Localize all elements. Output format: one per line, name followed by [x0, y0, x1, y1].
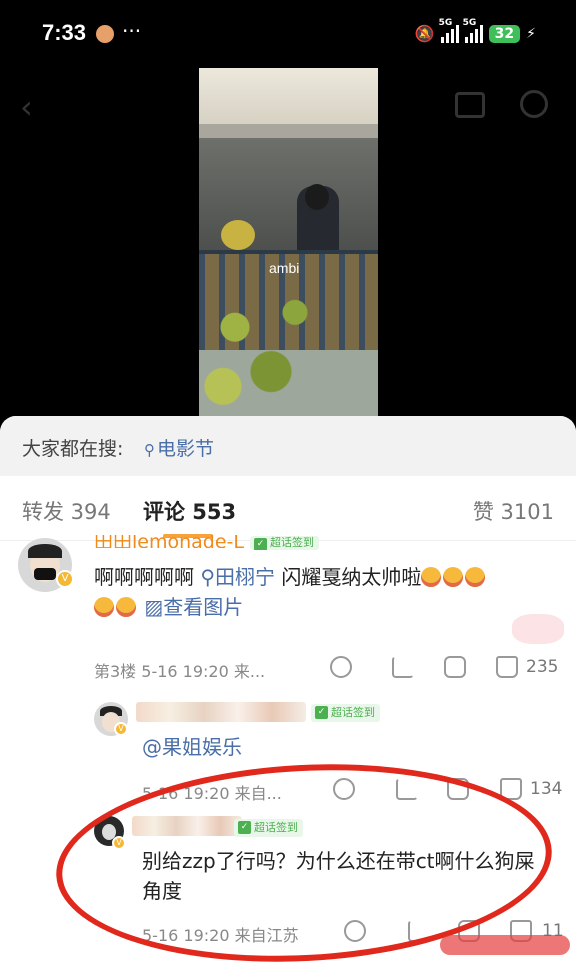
mute-icon: 🔕: [414, 24, 435, 43]
verified-badge-icon: V: [112, 836, 126, 850]
signal-icon-2: 5G: [463, 18, 483, 43]
share-icon[interactable]: [392, 656, 414, 678]
more-notifications-icon: ···: [122, 19, 142, 43]
hot-search-term[interactable]: ⚲ 电影节: [144, 434, 214, 461]
comment-username[interactable]: [136, 702, 306, 722]
status-icons: 🔕 5G 5G 32 ⚡: [414, 18, 536, 44]
emoji-icon: [94, 597, 114, 617]
view-image-link[interactable]: ▨查看图片: [144, 595, 243, 619]
tab-comments[interactable]: 评论 553: [143, 496, 236, 526]
search-icon: ⚲: [144, 441, 155, 459]
reply-icon[interactable]: [447, 778, 469, 800]
verified-badge-icon: V: [56, 570, 74, 588]
like-count: 235: [526, 657, 559, 677]
comment-meta: 5-16 19:20 来自...: [142, 784, 282, 803]
comment-meta: 第3楼 5-16 19:20 来...: [94, 662, 266, 681]
image-icon: ▨: [144, 595, 164, 619]
like-count: 134: [530, 779, 563, 799]
hot-search-label: 大家都在搜:: [22, 438, 124, 460]
emoji-icon: [421, 567, 442, 587]
video-watermark: ambi: [269, 260, 300, 276]
topic-mention[interactable]: ⚲田栩宁: [200, 565, 275, 589]
comment-meta: 5-16 19:20 来自江苏: [142, 926, 299, 945]
tab-bar: 转发 394 评论 553 赞 3101: [0, 476, 576, 541]
dislike-icon[interactable]: [333, 778, 355, 800]
super-topic-badge: ✓ 超话签到: [250, 536, 319, 550]
check-icon: ✓: [238, 821, 251, 834]
emoji-icon: [465, 567, 486, 587]
charging-icon: ⚡: [526, 25, 536, 42]
dislike-icon[interactable]: [344, 920, 366, 942]
battery-indicator: 32: [488, 24, 521, 43]
cast-icon[interactable]: [455, 92, 485, 118]
comment-username[interactable]: 田田lemonade-L: [94, 535, 244, 548]
super-topic-badge: ✓ 超话签到: [311, 704, 380, 722]
back-icon[interactable]: ‹: [20, 88, 33, 126]
status-bar: 7:33 ··· 🔕 5G 5G 32 ⚡: [0, 0, 576, 68]
video-foliage: [199, 268, 319, 416]
like-icon[interactable]: [496, 656, 518, 678]
emoji-icon: [443, 567, 464, 587]
like-icon[interactable]: [500, 778, 522, 800]
app-notification-icon: [96, 25, 114, 43]
tab-repost[interactable]: 转发 394: [22, 496, 111, 526]
comment-sheet: 大家都在搜: ⚲ 电影节 转发 394 评论 553 赞 3101 V 田田lem…: [0, 416, 576, 965]
signal-icon: 5G: [439, 18, 459, 43]
dislike-icon[interactable]: [330, 656, 352, 678]
comment-body: 啊啊啊啊啊 ⚲田栩宁 闪耀戛纳太帅啦 ▨查看图片: [94, 562, 534, 622]
video-player[interactable]: ‹ ambi: [0, 68, 576, 416]
status-time: 7:33: [42, 20, 87, 45]
reply-icon[interactable]: [444, 656, 466, 678]
comment-username[interactable]: [132, 816, 242, 836]
tab-likes[interactable]: 赞 3101: [473, 496, 554, 526]
sticker-icon: [512, 614, 564, 644]
emoji-icon: [116, 597, 136, 617]
comment-body: 别给zzp了行吗？为什么还在带ct啊什么狗屎角度: [142, 849, 535, 903]
super-topic-badge: ✓ 超话签到: [234, 819, 303, 837]
watermark-mark: [440, 935, 570, 955]
verified-badge-icon: V: [114, 722, 128, 736]
check-icon: ✓: [315, 706, 328, 719]
share-icon[interactable]: [396, 778, 418, 800]
video-frame[interactable]: ambi: [199, 68, 378, 416]
comment-body: @果姐娱乐: [142, 735, 242, 759]
share-icon[interactable]: [408, 920, 430, 942]
search-icon[interactable]: [520, 90, 548, 118]
hot-search-bar[interactable]: 大家都在搜: ⚲ 电影节: [0, 416, 576, 476]
check-icon: ✓: [254, 538, 267, 550]
